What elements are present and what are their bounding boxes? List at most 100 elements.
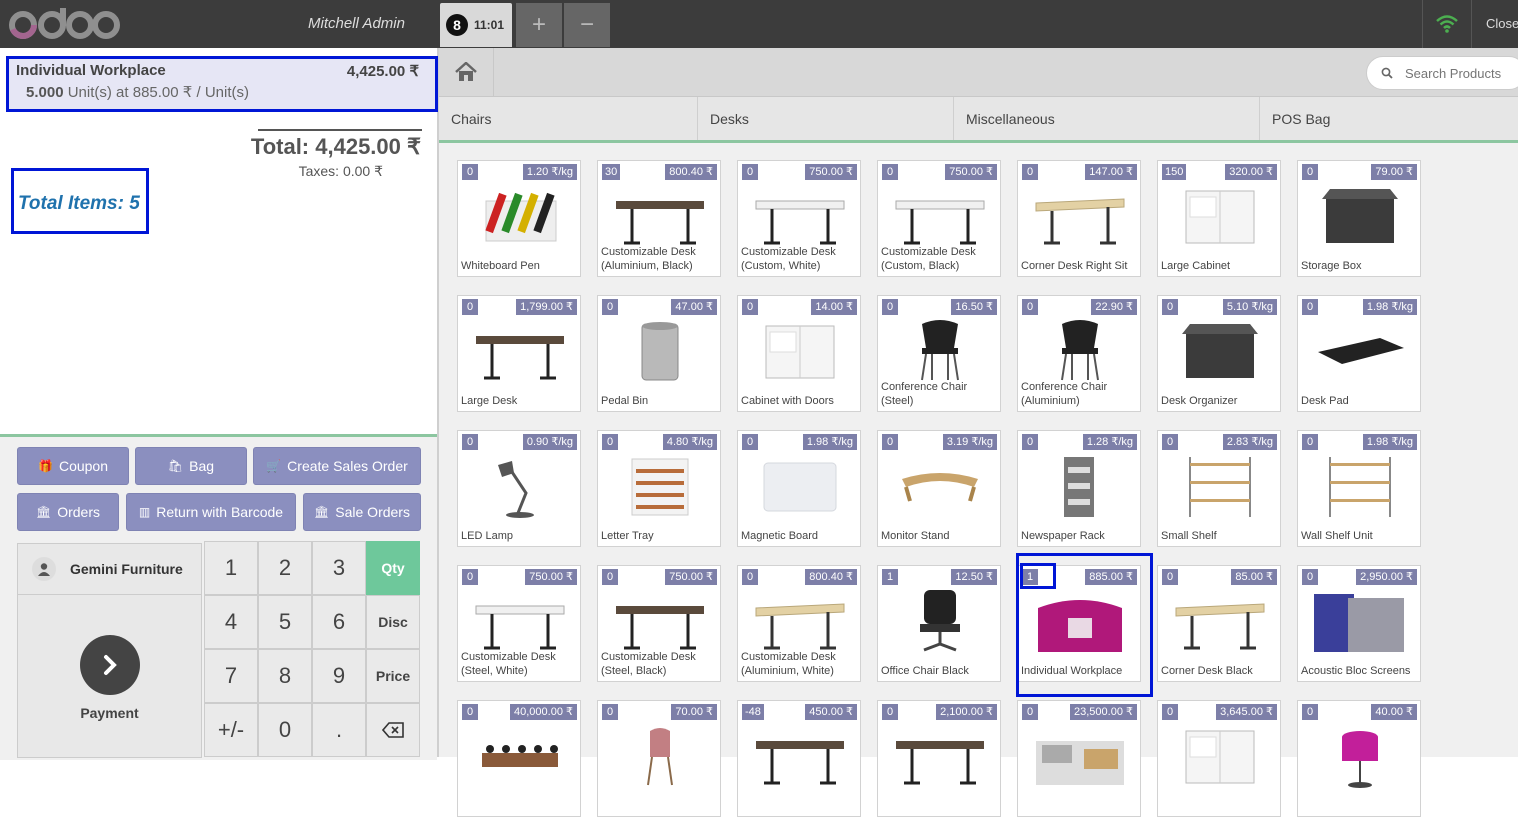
desk-dark-icon (756, 741, 844, 785)
product-card[interactable]: 0 1.98 ₹/kg Magnetic Board (737, 430, 861, 547)
product-card[interactable]: 150 320.00 ₹ Large Cabinet (1157, 160, 1281, 277)
product-price-tag: 3,645.00 ₹ (1216, 704, 1277, 720)
numpad-key-6[interactable]: 6 (312, 595, 366, 649)
numpad-key-1[interactable]: 1 (204, 541, 258, 595)
wifi-icon[interactable] (1422, 0, 1472, 48)
product-card[interactable]: 0 2.83 ₹/kg Small Shelf (1157, 430, 1281, 547)
product-card[interactable]: 0 2,950.00 ₹ Acoustic Bloc Screens (1297, 565, 1421, 682)
bag-button[interactable]: 🛍 Bag (135, 447, 247, 485)
numpad-key-0[interactable]: 0 (258, 703, 312, 757)
product-card[interactable]: 0 750.00 ₹ Customizable Desk (Custom, Blac… (877, 160, 1001, 277)
add-order-button[interactable]: + (516, 3, 562, 47)
product-card[interactable]: 0 70.00 ₹ (597, 700, 721, 817)
product-card[interactable]: 0 40,000.00 ₹ (457, 700, 581, 817)
desk-wood-icon (755, 603, 845, 650)
coupon-label: Coupon (58, 458, 108, 474)
product-toolbar (439, 48, 1518, 97)
category-desks[interactable]: Desks (698, 97, 954, 140)
session-tab[interactable]: 8 11:01 (440, 3, 512, 47)
numpad-key-5[interactable]: 5 (258, 595, 312, 649)
product-card[interactable]: -48 450.00 ₹ (737, 700, 861, 817)
product-card[interactable]: 1 12.50 ₹ Office Chair Black (877, 565, 1001, 682)
mode-price-button[interactable]: Price (366, 649, 420, 703)
desk-dark-icon (896, 741, 984, 785)
product-qty-badge: 0 (462, 299, 478, 315)
product-card[interactable]: 30 800.40 ₹ Customizable Desk (Aluminium, … (597, 160, 721, 277)
product-card[interactable]: 0 4.80 ₹/kg Letter Tray (597, 430, 721, 547)
bank-icon: 🏛 (35, 505, 52, 519)
product-card[interactable]: 0 147.00 ₹ Corner Desk Right Sit (1017, 160, 1141, 277)
product-qty-badge: 0 (1162, 434, 1178, 450)
desk-wood-icon (1035, 198, 1125, 245)
product-qty-badge: 0 (882, 704, 898, 720)
category-pos-bag[interactable]: POS Bag (1260, 97, 1518, 140)
product-price-tag: 4.80 ₹/kg (662, 434, 717, 450)
product-card[interactable]: 0 1.98 ₹/kg Wall Shelf Unit (1297, 430, 1421, 547)
product-qty-badge: 1 (882, 569, 898, 585)
product-card[interactable]: 0 14.00 ₹ Cabinet with Doors (737, 295, 861, 412)
category-miscellaneous[interactable]: Miscellaneous (954, 97, 1260, 140)
product-card[interactable]: 0 750.00 ₹ Customizable Desk (Steel, White… (457, 565, 581, 682)
pad-icon (1318, 338, 1404, 364)
product-card[interactable]: 0 22.90 ₹ Conference Chair (Aluminium) (1017, 295, 1141, 412)
product-card[interactable]: 0 2,100.00 ₹ (877, 700, 1001, 817)
remove-order-button[interactable]: − (564, 3, 610, 47)
product-name: Newspaper Rack (1021, 530, 1105, 542)
product-card[interactable]: 0 3.19 ₹/kg Monitor Stand (877, 430, 1001, 547)
order-line[interactable]: Individual Workplace 4,425.00 ₹ 5.000 Un… (6, 56, 438, 112)
product-card[interactable]: 0 1.28 ₹/kg Newspaper Rack (1017, 430, 1141, 547)
return-barcode-button[interactable]: ▥ Return with Barcode (126, 493, 296, 531)
search-input[interactable] (1403, 64, 1517, 82)
product-card[interactable]: 0 1.20 ₹/kg Whiteboard Pen (457, 160, 581, 277)
screens-icon (1314, 594, 1404, 652)
office-icon (1036, 741, 1124, 785)
order-line-info: 5.000 Unit(s) at 885.00 ₹ / Unit(s) (26, 83, 249, 101)
product-card[interactable]: 0 16.50 ₹ Conference Chair (Steel) (877, 295, 1001, 412)
product-card[interactable]: 0 85.00 ₹ Corner Desk Black (1157, 565, 1281, 682)
product-card[interactable]: 0 750.00 ₹ Customizable Desk (Steel, Black… (597, 565, 721, 682)
home-button[interactable] (439, 48, 494, 96)
product-card[interactable]: 0 1.98 ₹/kg Desk Pad (1297, 295, 1421, 412)
numpad-key-2[interactable]: 2 (258, 541, 312, 595)
mode-disc-button[interactable]: Disc (366, 595, 420, 649)
product-card[interactable]: 0 0.90 ₹/kg LED Lamp (457, 430, 581, 547)
product-card[interactable]: 0 800.40 ₹ Customizable Desk (Aluminium, W… (737, 565, 861, 682)
backspace-button[interactable] (366, 703, 420, 757)
box-icon (1322, 189, 1398, 243)
product-card[interactable]: 0 5.10 ₹/kg Desk Organizer (1157, 295, 1281, 412)
numpad-key-dot[interactable]: . (312, 703, 366, 757)
numpad-key-8[interactable]: 8 (258, 649, 312, 703)
mode-qty-button[interactable]: Qty (366, 541, 420, 595)
numpad-key-plus-minus[interactable]: +/- (204, 703, 258, 757)
pink-chair-icon (647, 728, 673, 786)
numpad-key-3[interactable]: 3 (312, 541, 366, 595)
product-price-tag: 1.28 ₹/kg (1082, 434, 1137, 450)
desk-white-icon (475, 605, 565, 650)
bin-icon (641, 322, 679, 381)
cabinet-icon (1185, 190, 1255, 244)
coupon-button[interactable]: 🎁 Coupon (17, 447, 129, 485)
product-name: Acoustic Bloc Screens (1301, 665, 1411, 677)
product-price-tag: 320.00 ₹ (1225, 164, 1277, 180)
numpad-key-7[interactable]: 7 (204, 649, 258, 703)
create-sales-order-button[interactable]: 🛒 Create Sales Order (253, 447, 421, 485)
product-card[interactable]: 0 3,645.00 ₹ (1157, 700, 1281, 817)
product-card[interactable]: 0 47.00 ₹ Pedal Bin (597, 295, 721, 412)
product-name: Magnetic Board (741, 530, 819, 542)
payment-button[interactable]: Payment (17, 595, 202, 758)
customer-button[interactable]: Gemini Furniture (17, 543, 202, 595)
product-card[interactable]: 0 1,799.00 ₹ Large Desk (457, 295, 581, 412)
product-card[interactable]: 0 40.00 ₹ (1297, 700, 1421, 817)
category-chairs[interactable]: Chairs (439, 97, 698, 140)
orders-button[interactable]: 🏛 Orders (17, 493, 119, 531)
close-button[interactable]: Close (1486, 16, 1518, 31)
product-card[interactable]: 0 750.00 ₹ Customizable Desk (Custom, Whit… (737, 160, 861, 277)
numpad-key-4[interactable]: 4 (204, 595, 258, 649)
sale-orders-label: Sale Orders (335, 504, 410, 520)
sale-orders-button[interactable]: 🏛 Sale Orders (303, 493, 421, 531)
search-box[interactable] (1366, 56, 1518, 90)
numpad-key-9[interactable]: 9 (312, 649, 366, 703)
product-card[interactable]: 0 79.00 ₹ Storage Box (1297, 160, 1421, 277)
product-name: LED Lamp (461, 530, 513, 542)
product-card[interactable]: 0 23,500.00 ₹ (1017, 700, 1141, 817)
